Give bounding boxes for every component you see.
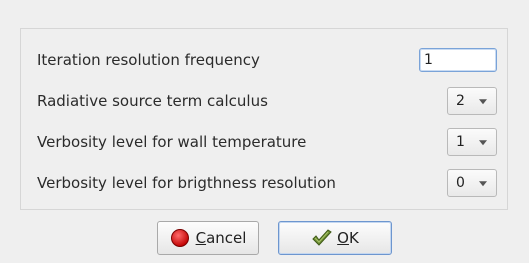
cancel-mnemonic: C (195, 229, 207, 247)
iteration-frequency-label: Iteration resolution frequency (37, 51, 260, 69)
ok-mnemonic: O (337, 229, 349, 247)
stop-icon (170, 228, 190, 248)
ok-button[interactable]: OK (278, 221, 392, 255)
settings-panel: Iteration resolution frequency Radiative… (20, 28, 508, 210)
verbosity-brightness-value: 0 (456, 175, 465, 191)
iteration-frequency-input[interactable] (419, 48, 497, 72)
chevron-down-icon (479, 99, 487, 105)
row-radiative-source-term: Radiative source term calculus 2 (37, 86, 497, 116)
radiative-source-term-select[interactable]: 2 (447, 87, 497, 115)
radiative-source-term-value: 2 (456, 93, 465, 109)
cancel-button[interactable]: Cancel (157, 221, 259, 255)
radiative-source-term-label: Radiative source term calculus (37, 92, 268, 110)
verbosity-wall-temperature-select[interactable]: 1 (447, 128, 497, 156)
verbosity-wall-temperature-value: 1 (456, 134, 465, 150)
chevron-down-icon (479, 181, 487, 187)
row-verbosity-wall-temperature: Verbosity level for wall temperature 1 (37, 127, 497, 157)
ok-label-rest: K (348, 229, 359, 247)
verbosity-brightness-label: Verbosity level for brigthness resolutio… (37, 174, 336, 192)
cancel-label-rest: ancel (206, 229, 247, 247)
row-verbosity-brightness-resolution: Verbosity level for brigthness resolutio… (37, 168, 497, 198)
cancel-label: Cancel (196, 229, 247, 247)
row-iteration-resolution-frequency: Iteration resolution frequency (37, 45, 497, 75)
verbosity-brightness-select[interactable]: 0 (447, 169, 497, 197)
verbosity-wall-temperature-label: Verbosity level for wall temperature (37, 133, 307, 151)
check-icon (311, 228, 332, 248)
ok-label: OK (337, 229, 359, 247)
chevron-down-icon (479, 140, 487, 146)
